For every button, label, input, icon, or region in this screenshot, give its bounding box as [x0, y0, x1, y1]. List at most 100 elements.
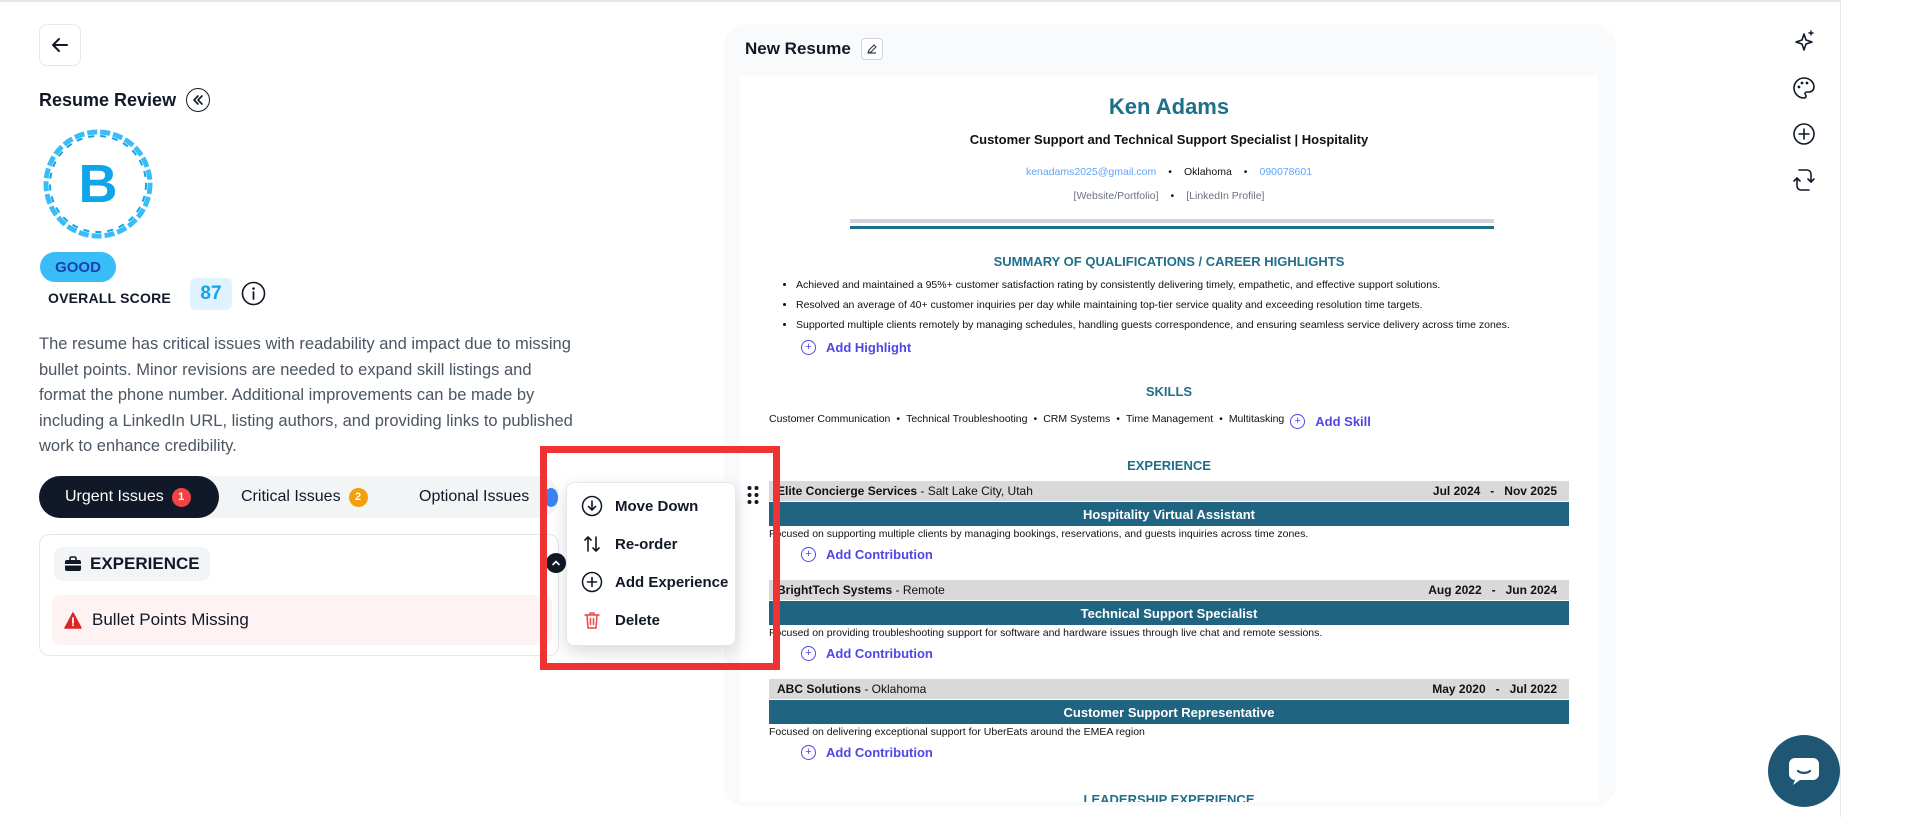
plus-circle-icon: +: [1290, 414, 1306, 429]
trash-icon: [584, 612, 600, 629]
menu-item-reorder[interactable]: Re-order: [581, 533, 678, 555]
skills-heading[interactable]: SKILLS: [740, 384, 1598, 399]
plus-circle-icon: +: [801, 646, 816, 661]
experience-entry-header[interactable]: BrightTech Systems - Remote Aug 2022- Jun…: [769, 580, 1569, 600]
experience-entry-header[interactable]: ABC Solutions - Oklahoma May 2020- Jul 20…: [769, 679, 1569, 699]
add-skill-button[interactable]: + Add Skill: [1290, 414, 1371, 429]
tab-count-badge: 1: [171, 487, 191, 507]
experience-entry-header[interactable]: Elite Concierge Services - Salt Lake Cit…: [769, 481, 1569, 501]
issue-item[interactable]: Bullet Points Missing: [52, 595, 552, 645]
switch-template-button[interactable]: [1790, 166, 1818, 194]
skill-separator: •: [1219, 412, 1223, 425]
drag-handle-icon[interactable]: [746, 484, 760, 506]
rename-resume-button[interactable]: [860, 38, 883, 60]
add-contribution-label: Add Contribution: [826, 646, 933, 661]
review-summary: The resume has critical issues with read…: [39, 335, 573, 455]
chat-support-button[interactable]: [1768, 735, 1840, 807]
experience-description[interactable]: Focused on providing troubleshooting sup…: [769, 627, 1322, 639]
rating-badge: GOOD: [40, 252, 116, 282]
arrow-down-circle-icon: [581, 495, 603, 517]
page-title: Resume Review: [39, 89, 177, 110]
leadership-heading[interactable]: LEADERSHIP EXPERIENCE: [740, 792, 1598, 802]
resume-email[interactable]: kenadams2025@gmail.com: [1026, 166, 1156, 178]
resume-document[interactable]: Ken Adams Customer Support and Technical…: [740, 76, 1598, 802]
plus-circle-icon: +: [801, 745, 816, 760]
add-highlight-label: Add Highlight: [826, 340, 912, 355]
date-start: May 2020: [1432, 682, 1486, 696]
add-section-button[interactable]: [1790, 120, 1818, 148]
info-icon[interactable]: [241, 281, 266, 306]
company-name: ABC Solutions: [777, 682, 861, 696]
skill-separator: •: [1033, 412, 1038, 425]
menu-item-move-down[interactable]: Move Down: [581, 495, 698, 517]
top-border: [0, 0, 1840, 2]
section-chip-label: EXPERIENCE: [90, 554, 200, 573]
add-contribution-label: Add Contribution: [826, 547, 933, 562]
contact-separator: •: [1170, 190, 1175, 202]
resume-linkedin[interactable]: [LinkedIn Profile]: [1186, 190, 1264, 202]
resume-job-title[interactable]: Customer Support and Technical Support S…: [740, 132, 1598, 147]
page: Resume Review B GOOD OVERALL SCORE 87 Th…: [0, 0, 1920, 817]
ai-sparkle-button[interactable]: [1790, 28, 1818, 56]
date-start: Jul 2024: [1432, 484, 1481, 498]
plus-circle-icon: [1793, 123, 1815, 145]
highlight-item[interactable]: Achieved and maintained a 95%+ customer …: [796, 275, 1584, 295]
add-contribution-button[interactable]: + Add Contribution: [801, 547, 933, 562]
skill-item[interactable]: Time Management: [1126, 413, 1213, 425]
resume-name[interactable]: Ken Adams: [740, 94, 1598, 120]
date-start: Aug 2022: [1428, 583, 1482, 597]
highlight-item[interactable]: Resolved an average of 40+ customer inqu…: [796, 295, 1584, 315]
skill-item[interactable]: Customer Communication: [769, 413, 890, 425]
tab-label: Critical Issues: [241, 488, 341, 505]
menu-item-label: Re-order: [615, 535, 678, 553]
date-end: Jun 2024: [1505, 583, 1557, 597]
section-chip-experience[interactable]: EXPERIENCE: [54, 547, 210, 581]
add-contribution-button[interactable]: + Add Contribution: [801, 745, 933, 760]
sparkle-icon: [1795, 30, 1814, 51]
overall-score-label: OVERALL SCORE: [48, 290, 171, 306]
resume-phone[interactable]: 090078601: [1259, 166, 1312, 178]
menu-item-delete[interactable]: Delete: [581, 609, 660, 631]
palette-icon: [1793, 77, 1815, 99]
contact-separator: •: [1168, 166, 1172, 178]
theme-button[interactable]: [1790, 74, 1818, 102]
add-highlight-button[interactable]: + Add Highlight: [801, 340, 911, 355]
date-end: Jul 2022: [1509, 682, 1557, 696]
role-title-bar[interactable]: Hospitality Virtual Assistant: [769, 502, 1569, 526]
issue-label: Bullet Points Missing: [92, 610, 249, 629]
section-context-menu: Move Down Re-order Add Experience Delete: [566, 482, 736, 646]
date-separator: -: [1495, 682, 1500, 696]
experience-description[interactable]: Focused on supporting multiple clients b…: [769, 528, 1308, 540]
role-title-bar[interactable]: Customer Support Representative: [769, 700, 1569, 724]
experience-heading[interactable]: EXPERIENCE: [740, 458, 1598, 473]
plus-circle-icon: +: [801, 547, 816, 562]
skills-line: Customer Communication • Technical Troubl…: [769, 408, 1371, 429]
tab-optional-issues[interactable]: Optional Issues: [389, 476, 559, 518]
skill-separator: •: [1116, 412, 1120, 425]
resume-location[interactable]: Oklahoma: [1184, 166, 1232, 178]
skill-item[interactable]: Technical Troubleshooting: [906, 413, 1027, 425]
company-name: Elite Concierge Services: [777, 484, 918, 498]
grade-letter: B: [79, 154, 118, 214]
menu-item-label: Add Experience: [615, 573, 729, 591]
resume-website[interactable]: [Website/Portfolio]: [1074, 190, 1159, 202]
tab-urgent-issues[interactable]: Urgent Issues 1: [39, 476, 219, 518]
role-title-bar[interactable]: Technical Support Specialist: [769, 601, 1569, 625]
issues-card: EXPERIENCE Bullet Points Missing: [39, 534, 559, 656]
skill-item[interactable]: CRM Systems: [1043, 413, 1110, 425]
date-separator: -: [1491, 583, 1496, 597]
collapse-panel-button[interactable]: [186, 88, 211, 112]
summary-heading[interactable]: SUMMARY OF QUALIFICATIONS / CAREER HIGHL…: [740, 254, 1598, 269]
tab-critical-issues[interactable]: Critical Issues 2: [219, 476, 389, 518]
highlights-list: Achieved and maintained a 95%+ customer …: [784, 275, 1584, 335]
skill-item[interactable]: Multitasking: [1229, 413, 1284, 425]
chevrons-left-icon: [193, 95, 203, 105]
experience-description[interactable]: Focused on delivering exceptional suppor…: [769, 726, 1145, 738]
header-divider: [850, 219, 1494, 223]
contact-separator: •: [1243, 166, 1248, 178]
menu-item-add-experience[interactable]: Add Experience: [581, 571, 728, 593]
highlight-item[interactable]: Supported multiple clients remotely by m…: [796, 315, 1584, 335]
swap-document-icon: [1793, 169, 1815, 191]
add-contribution-button[interactable]: + Add Contribution: [801, 646, 933, 661]
back-button[interactable]: [39, 24, 81, 66]
